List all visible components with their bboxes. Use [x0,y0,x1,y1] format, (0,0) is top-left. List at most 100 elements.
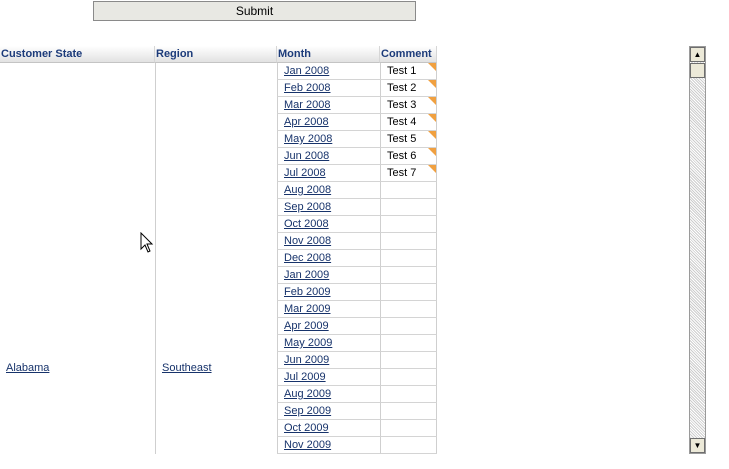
customer-state-cell: Alabama [6,361,49,375]
comment-cell[interactable]: Test 5 [380,131,437,148]
arrow-down-icon: ▼ [693,441,702,450]
comment-cell[interactable]: Test 4 [380,114,437,131]
month-link[interactable]: Jan 2009 [284,269,329,281]
arrow-up-icon: ▲ [693,50,702,59]
comment-cell[interactable] [380,301,437,318]
comment-text: Test 6 [387,150,417,162]
month-link[interactable]: Mar 2008 [284,99,330,111]
scroll-down-button[interactable]: ▼ [690,438,705,453]
month-link[interactable]: Sep 2009 [284,405,331,417]
comment-flag-icon [428,114,436,122]
month-cell: Jul 2008 [277,165,380,182]
month-link[interactable]: Oct 2008 [284,218,329,230]
month-link[interactable]: Apr 2009 [284,320,329,332]
comment-cell[interactable]: Test 3 [380,97,437,114]
month-link[interactable]: Dec 2008 [284,252,331,264]
month-cell: Apr 2009 [277,318,380,335]
month-link[interactable]: Apr 2008 [284,116,329,128]
header-region[interactable]: Region [155,46,277,63]
month-link[interactable]: May 2009 [284,337,332,349]
comment-flag-icon [428,165,436,173]
region-link[interactable]: Southeast [162,362,212,374]
comment-cell[interactable] [380,335,437,352]
comment-cell[interactable] [380,437,437,454]
month-cell: Oct 2008 [277,216,380,233]
comment-text: Test 1 [387,65,417,77]
comment-cell[interactable] [380,386,437,403]
month-link[interactable]: Jan 2008 [284,65,329,77]
comment-flag-icon [428,63,436,71]
comment-cell[interactable] [380,216,437,233]
month-cell: May 2009 [277,335,380,352]
month-cell: Sep 2009 [277,403,380,420]
month-cell: May 2008 [277,131,380,148]
month-link[interactable]: Jun 2009 [284,354,329,366]
comment-flag-icon [428,80,436,88]
month-cell: Feb 2009 [277,284,380,301]
month-link[interactable]: Nov 2008 [284,235,331,247]
month-cell: Apr 2008 [277,114,380,131]
month-link[interactable]: Jul 2009 [284,371,326,383]
month-link[interactable]: Jul 2008 [284,167,326,179]
month-link[interactable]: Mar 2009 [284,303,330,315]
comment-cell[interactable]: Test 1 [380,63,437,80]
month-cell: Jan 2008 [277,63,380,80]
month-cell: Mar 2008 [277,97,380,114]
comment-flag-icon [428,131,436,139]
comment-cell[interactable] [380,420,437,437]
month-cell: Nov 2009 [277,437,380,454]
comment-cell[interactable] [380,284,437,301]
month-cell: Jan 2009 [277,267,380,284]
month-cell: Jun 2009 [277,352,380,369]
comment-cell[interactable] [380,352,437,369]
month-link[interactable]: May 2008 [284,133,332,145]
comment-text: Test 3 [387,99,417,111]
month-link[interactable]: Feb 2009 [284,286,330,298]
month-link[interactable]: Aug 2008 [284,184,331,196]
comment-text: Test 5 [387,133,417,145]
month-cell: Jun 2008 [277,148,380,165]
submit-button[interactable]: Submit [93,1,416,21]
month-cell: Mar 2009 [277,301,380,318]
comment-cell[interactable]: Test 7 [380,165,437,182]
comment-cell[interactable] [380,403,437,420]
comment-text: Test 7 [387,167,417,179]
comment-cell[interactable]: Test 6 [380,148,437,165]
month-link[interactable]: Oct 2009 [284,422,329,434]
month-cell: Feb 2008 [277,80,380,97]
month-link[interactable]: Aug 2009 [284,388,331,400]
scroll-up-button[interactable]: ▲ [690,47,705,62]
customer-state-link[interactable]: Alabama [6,362,49,374]
month-link[interactable]: Sep 2008 [284,201,331,213]
month-link[interactable]: Jun 2008 [284,150,329,162]
month-cell: Aug 2008 [277,182,380,199]
comment-cell[interactable] [380,318,437,335]
vertical-scrollbar[interactable]: ▲ ▼ [689,46,706,454]
month-cell: Sep 2008 [277,199,380,216]
month-link[interactable]: Feb 2008 [284,82,330,94]
month-link[interactable]: Nov 2009 [284,439,331,451]
column-divider [155,63,156,454]
header-month[interactable]: Month [277,46,380,63]
mouse-pointer-icon [140,232,154,253]
month-cell: Jul 2009 [277,369,380,386]
comment-cell[interactable] [380,233,437,250]
comment-cell[interactable] [380,199,437,216]
comment-text: Test 4 [387,116,417,128]
month-cell: Nov 2008 [277,233,380,250]
header-customer-state[interactable]: Customer State [0,46,155,63]
scroll-thumb[interactable] [690,63,705,78]
month-cell: Dec 2008 [277,250,380,267]
comment-flag-icon [428,97,436,105]
month-cell: Oct 2009 [277,420,380,437]
comment-flag-icon [428,148,436,156]
comment-text: Test 2 [387,82,417,94]
month-cell: Aug 2009 [277,386,380,403]
comment-cell[interactable] [380,182,437,199]
comment-cell[interactable]: Test 2 [380,80,437,97]
comment-cell[interactable] [380,267,437,284]
comment-cell[interactable] [380,369,437,386]
header-comment[interactable]: Comment [380,46,437,63]
comment-cell[interactable] [380,250,437,267]
region-cell: Southeast [162,361,212,375]
